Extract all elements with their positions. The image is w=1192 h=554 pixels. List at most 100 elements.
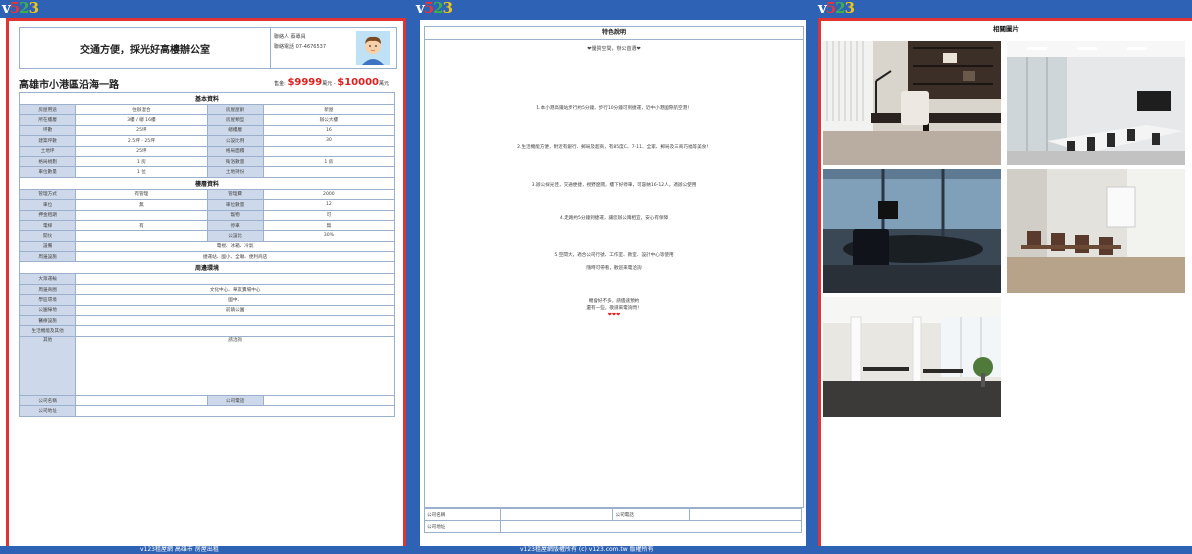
section-header: 樓層資料 [19,176,395,190]
value-cell: 無 [75,199,208,211]
label-cell: 格局面積 [206,145,264,157]
value-cell [500,508,614,521]
contact-table: 公司名稱 公司電話 公司地址 [423,508,803,533]
property-details: 基本資料 房屋用途 住辦混合 房屋屋齡 新屋 所在樓層 3樓 / 總 16樓 房屋類型 辦公大樓… [18,92,396,417]
label-cell: 管理方式 [18,188,77,201]
value-cell [75,325,395,337]
value-cell: 辦公大樓 [262,114,396,126]
value-cell [75,394,208,407]
table-row: 生活機能及其他 [18,325,395,337]
table-row: 格局規劃 1 房衛浴數量 1 房 [18,155,396,168]
label-cell: 土地坪 [18,145,77,157]
feature-line: 2.生活機能方便，附近有銀行、郵局及超商，有85度C、7-11、全家、郵局及三商… [517,145,711,150]
table-row: 土地坪 25坪 格局面積 [18,145,396,157]
agent-name: 聯絡人 蔡專員 [274,34,306,40]
desk-photo[interactable] [823,169,1001,293]
office-chairs-photo[interactable] [1007,169,1185,293]
features-sheet: 特色說明 ❤優質空間，辦公首選❤ 1.本小港高鐵站步行約5分鐘，步行10分鐘可到… [418,18,808,549]
value-cell [262,394,396,407]
value-cell [688,508,803,521]
table-row: 醫療設施 [18,315,395,327]
feature-line: 1.本小港高鐵站步行約5分鐘，步行10分鐘可到捷運，近中小港國際航空港！ [536,106,692,111]
open-office-photo[interactable] [823,297,1001,417]
label-cell: 周邊設施 [18,251,77,263]
label-cell: 開伙 [18,230,77,242]
site-logo[interactable]: v523 [416,0,453,16]
table-row: 公司地址 [18,405,395,417]
value-cell: 基本資料 [19,92,395,105]
hearts-icon: ❤❤❤ [607,312,621,318]
value-cell: 30% [262,230,396,242]
value-cell: 新屋 [262,103,396,116]
table-row: 公司名稱 公司電話 [18,394,396,407]
value-cell: 1 房 [262,155,396,168]
label-cell: 總樓層 [206,124,264,137]
feature-line: 4.走路約5分鐘到捷運，讓您辦公兩相宜，安心有保障 [559,216,669,221]
table-row: 電梯有停車無 [18,219,396,232]
table-row: 開伙 公設比 30% [18,230,396,242]
value-cell [262,145,396,157]
value-cell: 30 [262,135,396,147]
value-cell [500,520,802,533]
label-cell: 所在樓層 [18,114,77,126]
label-cell: 押金租期 [18,209,77,221]
label-cell: 公司電話 [612,508,690,521]
label-cell: 坪數 [18,124,77,137]
value-cell: 樓層資料 [19,176,395,190]
table-row: 房屋用途 住辦混合 房屋屋齡 新屋 [18,103,396,116]
site-logo[interactable]: v523 [2,0,39,16]
label-cell: 車位數量 [18,166,77,178]
label-cell: 學區環境 [18,294,77,306]
label-cell: 格局規劃 [18,155,77,168]
label-cell: 醫療設施 [18,315,77,327]
value-cell: 前鎮公園 [75,304,395,317]
meeting-room-photo[interactable] [1007,41,1185,165]
value-cell [75,315,395,327]
table-row: 周邊商圈 文化中心、華友賣場中心 [18,283,395,296]
value-cell: 2.5坪 - 25坪 [75,135,208,147]
value-cell: 可 [262,209,396,221]
table-row: 管理方式 有管理 管理費 2000 [18,188,396,201]
table-row: 學區環境 國中、 [18,294,395,306]
label-cell: 周邊商圈 [18,283,77,296]
office-photo[interactable] [823,41,1001,165]
value-cell: 國中、 [75,294,395,306]
top-banner [0,0,1192,18]
label-cell: 公司地址 [423,520,502,533]
photos-title: 相關圖片 [993,25,1019,33]
value-cell [75,405,395,417]
agent-avatar [356,31,390,65]
section-header: 周邊環境 [19,261,395,275]
label-cell: 其他 [18,335,77,396]
table-row: 建築坪數 2.5坪 - 25坪 公設比例 30 [18,135,396,147]
label-cell: 公司電話 [206,394,264,407]
features-title: 特色說明 [424,26,804,40]
label-cell: 公設比 [206,230,264,242]
table-row: 公園綠地 前鎮公園 [18,304,395,317]
label-cell: 衛浴數量 [206,155,264,168]
feature-line: 3.辦公採光佳，交通便捷，視野遼闊，樓下好停車，可容納16-12人，適辦公使用 [531,183,697,188]
agent-info: 聯絡人 蔡專員 聯絡電話 07-4676537 [274,32,326,52]
label-cell: 停車 [206,219,264,232]
label-cell: 公司名稱 [18,394,77,407]
label-cell: 公司地址 [18,405,77,417]
property-address: 高雄市小港區沿海一路 [19,80,119,91]
value-cell [75,273,395,285]
value-cell: 12 [262,199,396,211]
label-cell: 公園綠地 [18,304,77,317]
label-cell: 寵物 [206,209,264,221]
label-cell: 大眾運輸 [18,273,77,285]
footer-text: v123租屋網 高雄市 房屋出租 [140,546,219,553]
value-cell: 有管理 [75,188,208,201]
listing-title: 交通方便，採光好高樓辦公室 [20,28,271,68]
label-cell: 電梯 [18,219,77,232]
value-cell: 無 [262,219,396,232]
features-body: ❤優質空間，辦公首選❤ 1.本小港高鐵站步行約5分鐘，步行10分鐘可到捷運，近中… [424,39,804,508]
closing-line: 還有一些，敬請來電詢問！ [586,306,642,311]
table-row: 坪數 25坪 總樓層 16 [18,124,396,137]
value-cell: 文化中心、華友賣場中心 [75,283,395,296]
label-cell: 房屋屋齡 [206,103,264,116]
table-row: 車位無車位數量 12 [18,199,396,211]
site-logo[interactable]: v523 [818,0,855,16]
value-cell: 有 [75,219,208,232]
